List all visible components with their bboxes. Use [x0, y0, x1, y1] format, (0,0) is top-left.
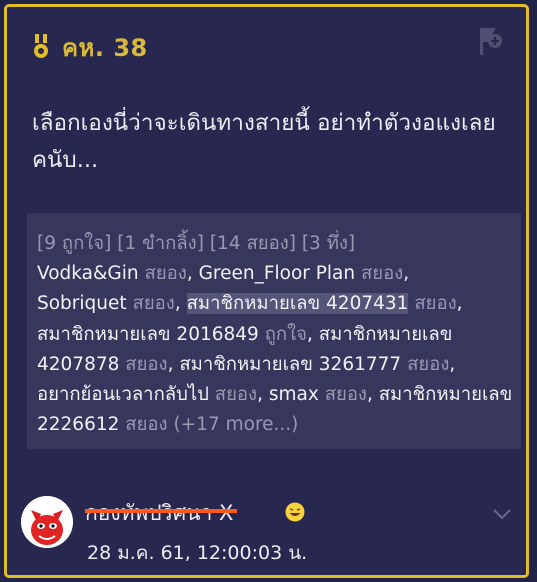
reaction-type: สยอง [214, 384, 258, 406]
reactor-name[interactable]: อยากย้อนเวลากลับไป [37, 384, 209, 405]
reaction-type: สยอง [407, 353, 450, 375]
more-reactions-link[interactable]: (+17 more...) [173, 414, 298, 435]
comment-card: คห. 38 เลือกเองนี่ว่าจะเดินทางสายนี้ อย่… [4, 4, 529, 578]
reaction-type: สยอง [361, 263, 404, 285]
reactor-name[interactable]: Sobriquet [37, 293, 127, 314]
reaction-type: สยอง [125, 353, 168, 375]
chevron-down-icon[interactable] [492, 507, 512, 521]
reactor-name[interactable]: สมาชิกหมายเลข 4207431 [186, 293, 409, 315]
author-avatar[interactable] [21, 496, 73, 548]
reaction-summary-box: [9 ถูกใจ] [1 ขำกลิ้ง] [14 สยอง] [3 ทึ่ง]… [27, 213, 521, 449]
reactor-name[interactable]: smax [269, 384, 319, 405]
reactor-name[interactable]: สมาชิกหมายเลข 2016849 [37, 324, 259, 345]
comment-header: คห. 38 [32, 31, 148, 63]
reactor-name[interactable]: Green_Floor Plan [199, 263, 356, 284]
medal-icon [34, 34, 48, 58]
reaction-type: สยอง [414, 293, 457, 315]
reaction-type: สยอง [144, 263, 187, 285]
reaction-type: สยอง [125, 414, 168, 436]
author-name[interactable]: กองทัพปริศนา X [85, 497, 238, 530]
reaction-type: ถูกใจ [264, 323, 308, 345]
flag-add-icon[interactable] [476, 25, 504, 57]
reaction-type: สยอง [132, 293, 175, 315]
name-strike-mark [85, 509, 238, 513]
laughing-emoji-icon [285, 502, 305, 522]
red-devil-avatar [21, 496, 73, 548]
reactor-name[interactable]: Vodka&Gin [37, 263, 139, 284]
comment-timestamp: 28 ม.ค. 61, 12:00:03 น. [87, 542, 308, 564]
reaction-counts: [9 ถูกใจ] [1 ขำกลิ้ง] [14 สยอง] [3 ทึ่ง] [37, 233, 356, 254]
reaction-type: สยอง [324, 384, 367, 406]
comment-body: เลือกเองนี่ว่าจะเดินทางสายนี้ อย่าทำตัวง… [32, 110, 496, 173]
comment-number: คห. 38 [62, 33, 148, 62]
reactor-name[interactable]: สมาชิกหมายเลข 3261777 [179, 354, 401, 375]
